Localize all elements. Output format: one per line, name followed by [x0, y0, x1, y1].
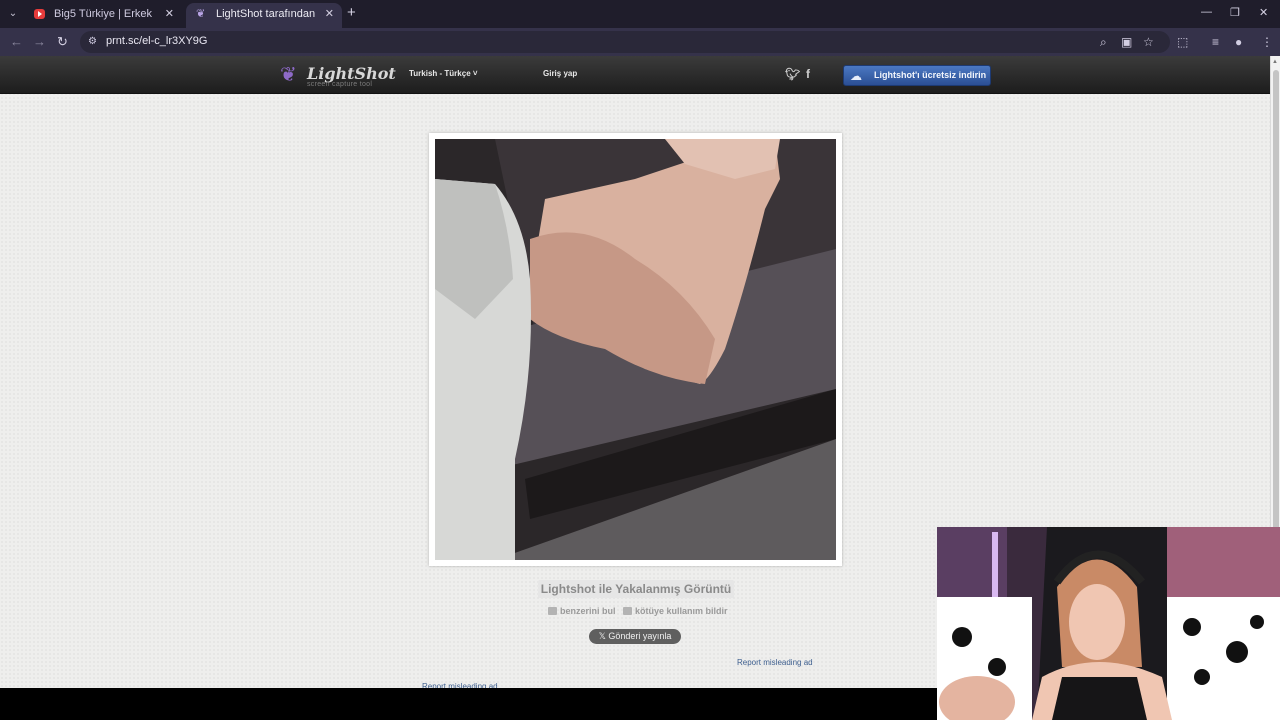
install-app-icon[interactable]: ▣	[1121, 35, 1132, 49]
youtube-icon	[34, 9, 45, 19]
new-tab-icon[interactable]: +	[347, 5, 356, 21]
tab-search-icon[interactable]: ⌄	[4, 5, 22, 23]
report-ad-link[interactable]: Report misleading ad	[737, 658, 813, 667]
report-abuse-link[interactable]: kötüye kullanım bildir	[623, 606, 728, 616]
tab-label: LightShot tarafından Ekran Gör	[216, 8, 316, 20]
arm-photo	[435, 139, 836, 560]
feather-logo-icon[interactable]: ❦	[280, 64, 302, 86]
forward-icon[interactable]: →	[33, 34, 46, 50]
browser-tab-strip: ⌄ Big5 Türkiye | Erkek Hazırlık Se ✕ ❦ L…	[0, 0, 1280, 28]
back-icon[interactable]: ←	[10, 34, 23, 50]
webcam-overlay	[937, 527, 1280, 720]
url-text: prnt.sc/el-c_lr3XY9G	[106, 35, 208, 47]
trash-icon	[623, 607, 633, 615]
login-link[interactable]: Giriş yap	[543, 69, 577, 78]
browser-toolbar: ← → ↻ ⚙ prnt.sc/el-c_lr3XY9G ⌕ ▣ ☆ ⬚ ≡ ●…	[0, 28, 1280, 56]
window-close-icon[interactable]: ✕	[1259, 6, 1268, 19]
post-button[interactable]: 𝕏 Gönderi yayınla	[589, 629, 681, 644]
download-button-label: Lightshot'ı ücretsiz indirin	[874, 70, 987, 80]
screenshot-frame	[429, 133, 842, 566]
screenshot-image[interactable]	[435, 139, 836, 560]
bookmark-star-icon[interactable]: ☆	[1143, 35, 1154, 49]
menu-kebab-icon[interactable]: ⋮	[1261, 35, 1273, 49]
zoom-icon[interactable]: ⌕	[1100, 35, 1107, 49]
tab-big5[interactable]: Big5 Türkiye | Erkek Hazırlık Se ✕	[24, 3, 182, 28]
extensions-icon[interactable]: ⬚	[1177, 35, 1188, 49]
language-select[interactable]: Turkish - Türkçe ˅	[409, 69, 478, 78]
site-info-icon[interactable]: ⚙	[88, 36, 100, 48]
find-similar-link[interactable]: benzerini bul	[548, 606, 616, 616]
profile-avatar-icon[interactable]: ●	[1235, 35, 1242, 49]
tab-lightshot[interactable]: ❦ LightShot tarafından Ekran Gör ✕	[186, 3, 342, 28]
twitter-icon[interactable]: 🐦︎	[785, 67, 800, 81]
reload-icon[interactable]: ↻	[57, 34, 68, 50]
minimize-icon[interactable]: —	[1201, 6, 1212, 18]
x-logo-icon: 𝕏	[598, 631, 606, 641]
camera-icon	[548, 607, 557, 615]
logo-subtitle: screen capture tool	[307, 81, 373, 88]
media-controls-icon[interactable]: ≡	[1212, 35, 1219, 49]
caption-title: Lightshot ile Yakalanmış Görüntü	[538, 580, 734, 598]
close-tab-icon[interactable]: ✕	[325, 3, 334, 25]
tab-label: Big5 Türkiye | Erkek Hazırlık Se	[54, 8, 156, 20]
webcam-feed-image	[937, 527, 1280, 720]
facebook-icon[interactable]: f	[806, 67, 810, 81]
close-tab-icon[interactable]: ✕	[165, 3, 174, 25]
scroll-up-icon[interactable]: ▲	[1272, 59, 1278, 65]
image-actions: benzerini bul kötüye kullanım bildir	[548, 606, 728, 616]
download-cloud-icon: ☁	[850, 69, 862, 83]
restore-icon[interactable]: ❐	[1230, 6, 1240, 19]
lightshot-header: ❦ LightShot screen capture tool Turkish …	[0, 56, 1280, 94]
download-button[interactable]: ☁ Lightshot'ı ücretsiz indirin	[843, 65, 991, 86]
lightshot-feather-icon: ❦	[196, 8, 206, 20]
address-bar[interactable]: ⚙ prnt.sc/el-c_lr3XY9G	[80, 31, 1170, 53]
